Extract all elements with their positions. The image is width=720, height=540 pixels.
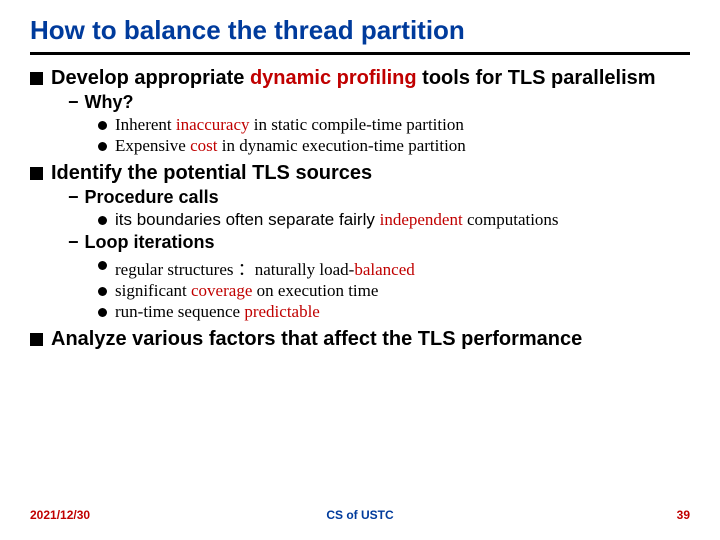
text: Expensive xyxy=(115,136,190,155)
sub-why: − Why? xyxy=(68,92,690,113)
footer: 2021/12/30 CS of USTC 39 xyxy=(0,508,720,528)
bullet-identify: Identify the potential TLS sources xyxy=(30,162,690,185)
text-emph: dynamic profiling xyxy=(250,67,417,89)
sub-why-1: Inherent inaccuracy in static compile-ti… xyxy=(98,115,690,135)
text: tools for TLS parallelism xyxy=(417,67,656,89)
square-icon xyxy=(30,167,43,180)
text-emph: coverage xyxy=(191,281,252,300)
slide: How to balance the thread partition Deve… xyxy=(0,0,720,351)
disc-icon xyxy=(98,308,107,317)
text: Inherent xyxy=(115,115,176,134)
dash-icon: − xyxy=(68,232,79,253)
text: on execution time xyxy=(252,281,378,300)
text: significant xyxy=(115,281,191,300)
disc-icon xyxy=(98,142,107,151)
dash-icon: − xyxy=(68,92,79,113)
square-icon xyxy=(30,72,43,85)
sub-loop: − Loop iterations xyxy=(68,232,690,253)
disc-icon xyxy=(98,261,107,270)
text: Procedure calls xyxy=(85,187,219,208)
disc-icon xyxy=(98,121,107,130)
text-emph: predictable xyxy=(244,302,320,321)
loop-detail-3: run-time sequence predictable xyxy=(98,302,690,322)
dash-icon: − xyxy=(68,187,79,208)
text-emph: inaccuracy xyxy=(176,115,250,134)
text: Develop appropriate xyxy=(51,67,250,89)
loop-detail-2: significant coverage on execution time xyxy=(98,281,690,301)
text: in static compile-time partition xyxy=(250,115,464,134)
text-emph: independent xyxy=(380,210,463,229)
disc-icon xyxy=(98,216,107,225)
text-emph: cost xyxy=(190,136,217,155)
text: Why? xyxy=(85,92,134,113)
text: Analyze various factors that affect the … xyxy=(51,328,690,351)
text: Identify the potential TLS sources xyxy=(51,162,690,185)
square-icon xyxy=(30,333,43,346)
title-underline xyxy=(30,52,690,55)
text: Loop iterations xyxy=(85,232,215,253)
disc-icon xyxy=(98,287,107,296)
sub-procedure: − Procedure calls xyxy=(68,187,690,208)
text: in dynamic execution-time partition xyxy=(217,136,465,155)
proc-detail: its boundaries often separate fairly ind… xyxy=(98,210,690,230)
page-number: 39 xyxy=(677,508,690,522)
footer-center: CS of USTC xyxy=(0,508,720,522)
bullet-analyze: Analyze various factors that affect the … xyxy=(30,328,690,351)
text: regular structures ：naturally load- xyxy=(115,260,354,279)
text: its boundaries often separate fairly xyxy=(115,210,380,229)
sub-why-2: Expensive cost in dynamic execution-time… xyxy=(98,136,690,156)
text: run-time sequence xyxy=(115,302,244,321)
bullet-develop: Develop appropriate dynamic profiling to… xyxy=(30,67,690,90)
slide-title: How to balance the thread partition xyxy=(30,15,690,46)
text-emph: balanced xyxy=(354,260,414,279)
loop-detail-1: regular structures ：naturally load-balan… xyxy=(98,255,690,280)
text: computations xyxy=(463,210,559,229)
